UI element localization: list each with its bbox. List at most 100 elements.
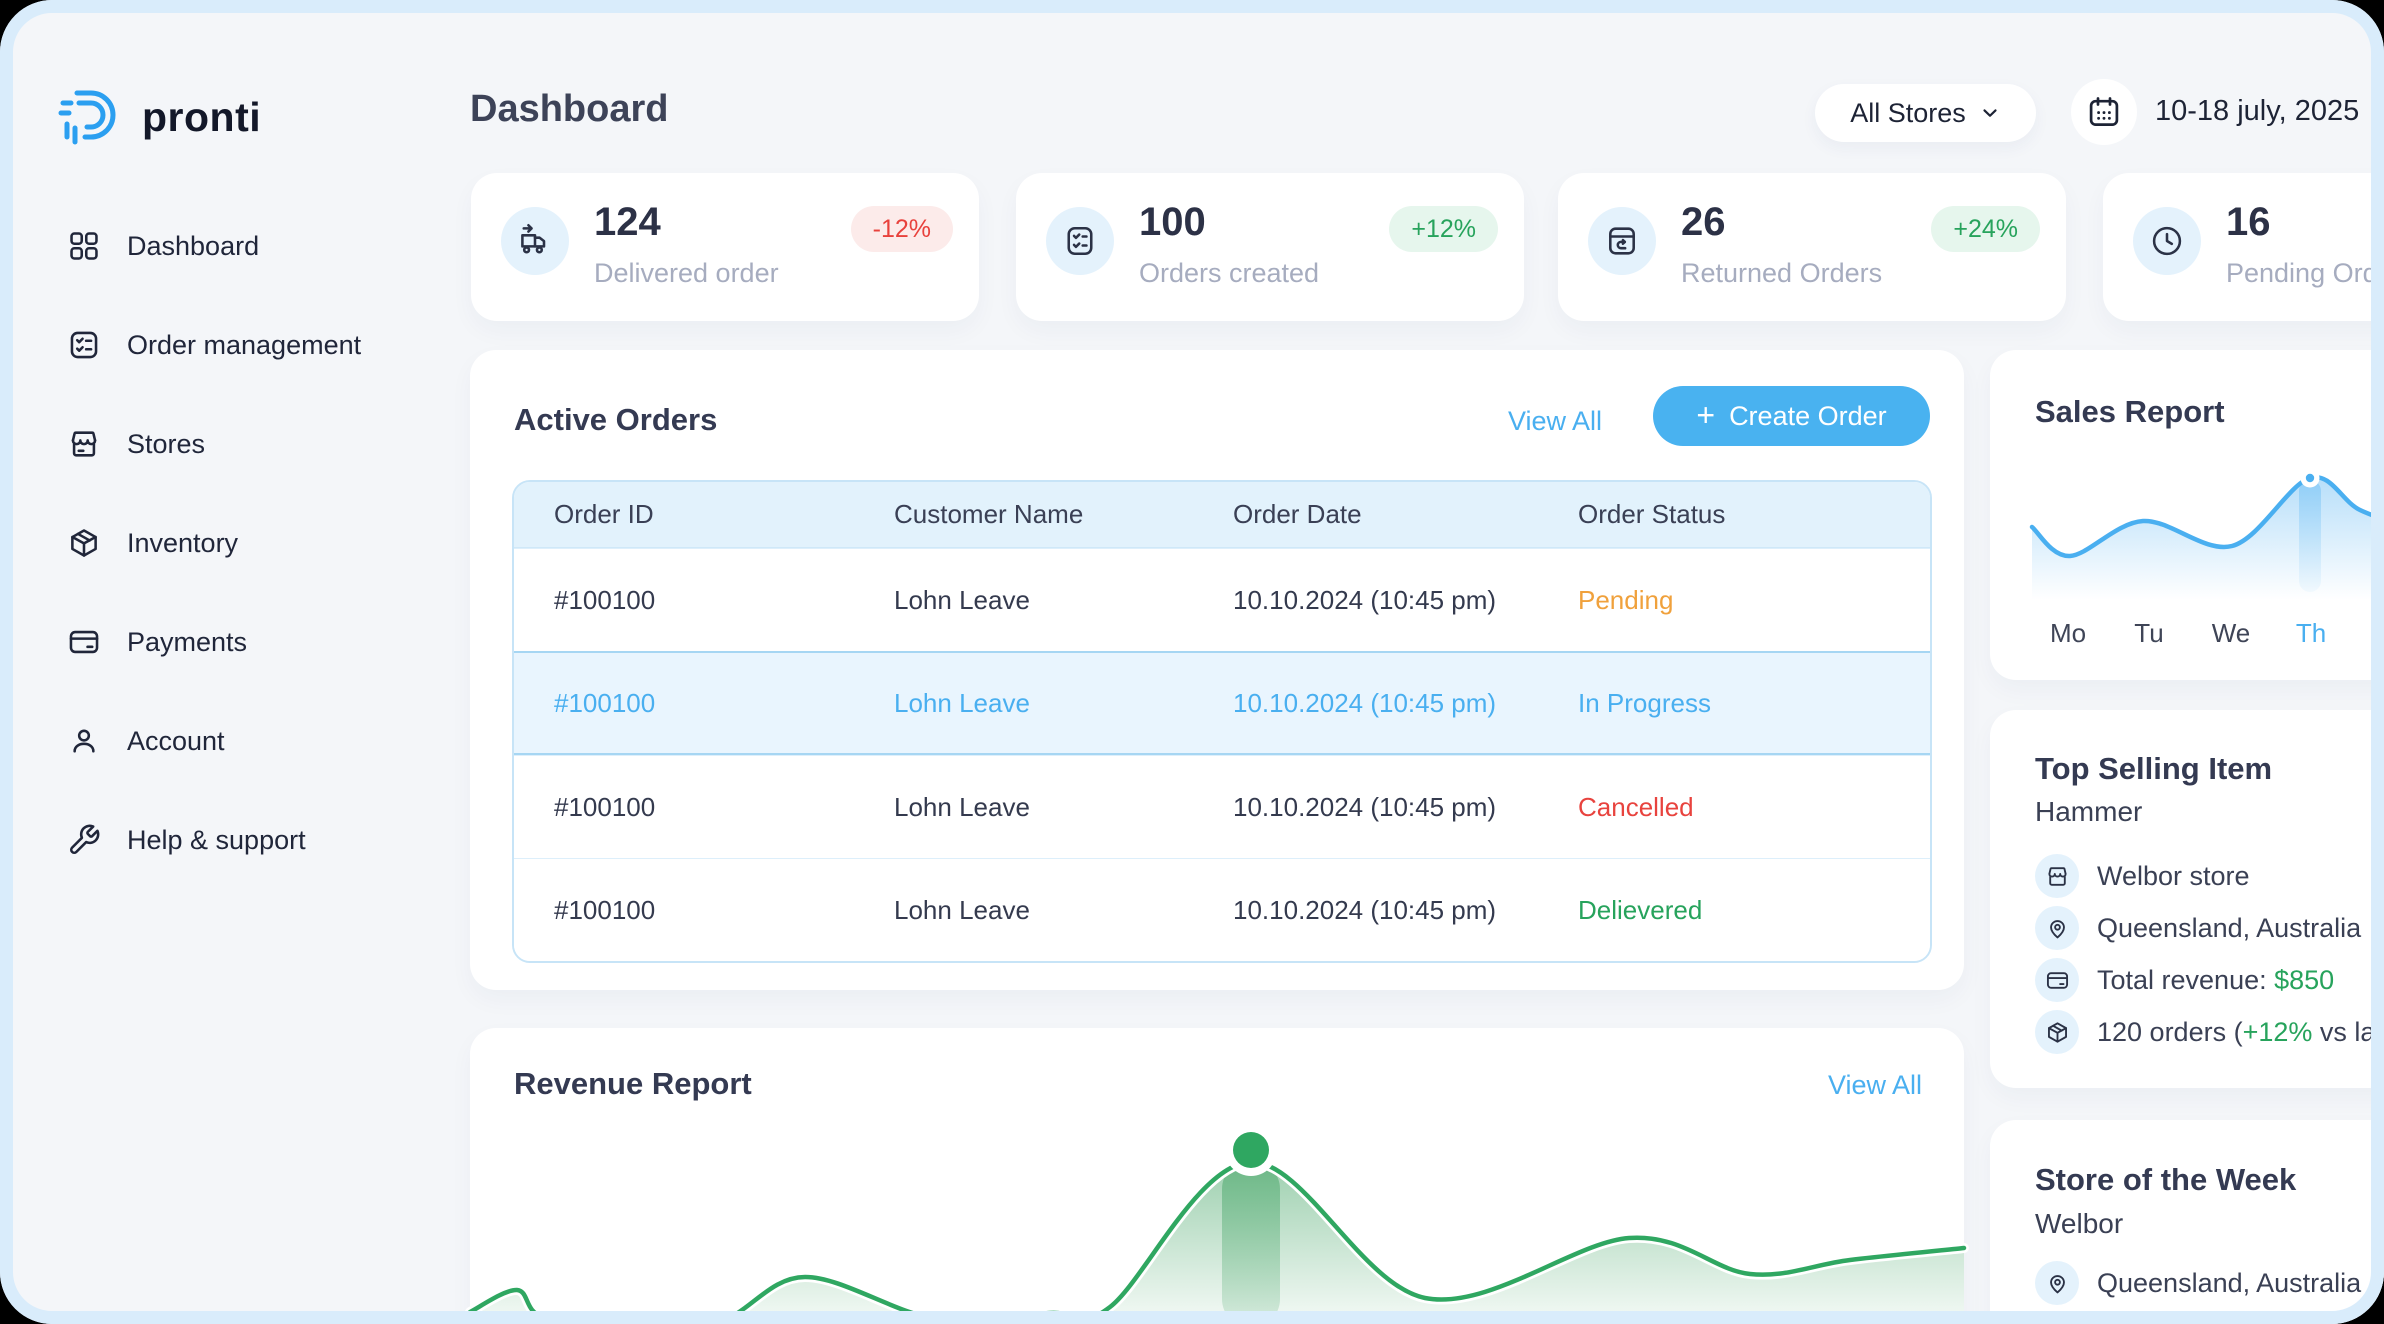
package-icon (2045, 1020, 2070, 1045)
brand-name: pronti (142, 94, 261, 141)
stat-icon-bubble (501, 207, 569, 275)
order-date: 10.10.2024 (10:45 pm) (1193, 585, 1538, 616)
order-management-icon (67, 328, 101, 362)
store-of-week-name: Welbor (2035, 1208, 2123, 1240)
top-selling-item-name: Hammer (2035, 796, 2142, 828)
revenue-area-chart (470, 1100, 1964, 1324)
screen: { "brand": {"name": "pronti"}, "sidebar"… (0, 0, 2384, 1324)
order-date: 10.10.2024 (10:45 pm) (1193, 792, 1538, 823)
sidebar-item-label: Order management (127, 330, 361, 361)
store-icon (2045, 864, 2070, 889)
calendar-icon (2086, 94, 2122, 130)
sidebar-item-label: Help & support (127, 825, 306, 856)
stat-icon-bubble (1588, 207, 1656, 275)
revenue-view-all-link[interactable]: View All (1828, 1070, 1922, 1101)
orders-table: Order ID Customer Name Order Date Order … (512, 480, 1932, 963)
store-of-week-panel: Store of the Week Welbor Queensland, Aus… (1990, 1120, 2384, 1324)
active-orders-view-all-link[interactable]: View All (1508, 406, 1602, 437)
day-label-we[interactable]: We (2191, 618, 2271, 649)
sidebar-item-order-management[interactable]: Order management (67, 321, 361, 369)
store-of-week-details: Queensland, Australia (2035, 1257, 2384, 1309)
date-range: 10-18 july, 2025 (2155, 95, 2359, 128)
revenue-area-fill (470, 1162, 1964, 1324)
active-orders-panel: Active Orders View All + Create Order Or… (470, 350, 1964, 990)
calendar-button[interactable] (2071, 79, 2137, 145)
page-title: Dashboard (470, 88, 668, 131)
detail-orders: 120 orders (+12% vs last week) (2035, 1006, 2384, 1058)
stat-icon-bubble (1046, 207, 1114, 275)
store-filter-dropdown[interactable]: All Stores (1815, 84, 2036, 142)
inventory-icon (67, 526, 101, 560)
pronti-logo-icon (58, 88, 124, 146)
active-orders-title: Active Orders (514, 402, 717, 438)
sales-area-fill (2032, 477, 2384, 600)
detail-text: Queensland, Australia (2097, 1268, 2361, 1299)
day-label-mo[interactable]: Mo (2028, 618, 2108, 649)
store-filter-label: All Stores (1850, 98, 1966, 129)
stat-delta-badge: +12% (1389, 206, 1498, 252)
revenue-peak-marker-dot (1233, 1132, 1269, 1168)
payments-icon (67, 625, 101, 659)
chevron-down-icon (1979, 102, 2001, 124)
sidebar-item-label: Payments (127, 627, 247, 658)
order-status: Delievered (1538, 895, 1930, 926)
order-id: #100100 (514, 895, 854, 926)
stat-value: 124 (594, 200, 661, 245)
delivery-truck-icon (517, 223, 553, 259)
sidebar-item-payments[interactable]: Payments (67, 618, 247, 666)
col-order-id: Order ID (514, 499, 854, 530)
stat-delta-badge: -12% (851, 206, 953, 252)
sidebar-item-dashboard[interactable]: Dashboard (67, 222, 259, 270)
clipboard-check-icon (1062, 223, 1098, 259)
sidebar-item-inventory[interactable]: Inventory (67, 519, 238, 567)
create-order-button[interactable]: + Create Order (1653, 386, 1930, 446)
stat-value: 16 (2226, 200, 2271, 245)
stat-card-pending: 16 Pending Orders (2103, 173, 2384, 321)
order-date: 10.10.2024 (10:45 pm) (1193, 688, 1538, 719)
stat-label: Returned Orders (1681, 258, 1882, 289)
order-status: In Progress (1538, 688, 1930, 719)
detail-text: Queensland, Australia (2097, 913, 2361, 944)
customer-name: Lohn Leave (854, 688, 1193, 719)
sidebar-item-label: Dashboard (127, 231, 259, 262)
sidebar-item-label: Account (127, 726, 225, 757)
sidebar-item-stores[interactable]: Stores (67, 420, 205, 468)
return-box-icon (1604, 223, 1640, 259)
order-row[interactable]: #100100 Lohn Leave 10.10.2024 (10:45 pm)… (514, 755, 1930, 858)
app-window: pronti Dashboard Order management (0, 0, 2384, 1324)
detail-highlight: +12% (2243, 1017, 2313, 1047)
sidebar-item-account[interactable]: Account (67, 717, 225, 765)
sales-report-panel: Sales Report Mo Tu We Th Fr (1990, 350, 2384, 680)
sidebar-item-label: Stores (127, 429, 205, 460)
col-order-date: Order Date (1193, 499, 1538, 530)
stat-delta-badge: +24% (1931, 206, 2040, 252)
order-row-selected[interactable]: #100100 Lohn Leave 10.10.2024 (10:45 pm)… (514, 651, 1930, 755)
stores-icon (67, 427, 101, 461)
top-selling-panel: Top Selling Item Hammer Welbor store (1990, 710, 2384, 1088)
order-status: Cancelled (1538, 792, 1930, 823)
revenue-report-title: Revenue Report (514, 1066, 752, 1102)
order-status: Pending (1538, 585, 1930, 616)
account-icon (67, 724, 101, 758)
day-label-tu[interactable]: Tu (2109, 618, 2189, 649)
order-row[interactable]: #100100 Lohn Leave 10.10.2024 (10:45 pm)… (514, 858, 1930, 961)
order-date: 10.10.2024 (10:45 pm) (1193, 895, 1538, 926)
day-label-th[interactable]: Th (2271, 618, 2351, 649)
location-pin-icon (2045, 916, 2070, 941)
sales-report-title: Sales Report (2035, 394, 2225, 430)
stat-label: Orders created (1139, 258, 1319, 289)
sidebar-item-help-support[interactable]: Help & support (67, 816, 306, 864)
stat-card-delivered: 124 Delivered order -12% (471, 173, 979, 321)
detail-store: Welbor store (2035, 850, 2384, 902)
order-row[interactable]: #100100 Lohn Leave 10.10.2024 (10:45 pm)… (514, 548, 1930, 651)
sales-highlight-band (2299, 480, 2321, 592)
order-id: #100100 (514, 688, 854, 719)
store-of-week-title: Store of the Week (2035, 1162, 2296, 1198)
dashboard-icon (67, 229, 101, 263)
sidebar-item-label: Inventory (127, 528, 238, 559)
stat-value: 26 (1681, 200, 1726, 245)
stat-label: Pending Orders (2226, 258, 2384, 289)
day-label-fr[interactable]: Fr (2370, 618, 2384, 649)
order-id: #100100 (514, 792, 854, 823)
customer-name: Lohn Leave (854, 792, 1193, 823)
